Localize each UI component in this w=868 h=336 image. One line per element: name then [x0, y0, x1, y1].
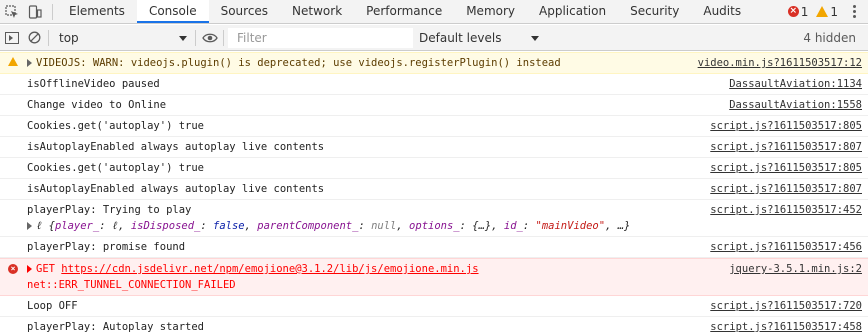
tab-console[interactable]: Console: [136, 0, 209, 23]
tab-sources[interactable]: Sources: [209, 0, 280, 23]
message-source-link[interactable]: script.js?1611503517:805: [710, 118, 862, 134]
error-detail: net::ERR_TUNNEL_CONNECTION_FAILED: [27, 279, 236, 291]
live-expression-eye-icon[interactable]: [198, 25, 221, 51]
message-source-link[interactable]: script.js?1611503517:458: [710, 319, 862, 335]
tab-elements[interactable]: Elements: [57, 0, 137, 23]
tab-application[interactable]: Application: [527, 0, 618, 23]
console-message-error[interactable]: × GET https://cdn.jsdelivr.net/npm/emoji…: [0, 258, 868, 296]
expand-triangle-icon[interactable]: [27, 222, 32, 230]
message-text: playerPlay: Autoplay started: [27, 321, 205, 333]
error-count: 1: [800, 4, 809, 19]
console-message: playerPlay: Trying to play script.js?161…: [0, 200, 868, 237]
message-text: Loop OFF: [27, 300, 78, 312]
tab-bar-divider: [52, 3, 53, 20]
message-source-link[interactable]: script.js?1611503517:452: [710, 202, 862, 218]
issue-counts[interactable]: × 1 1: [787, 0, 868, 23]
message-source-link[interactable]: script.js?1611503517:456: [710, 239, 862, 255]
message-source-link[interactable]: script.js?1611503517:807: [710, 139, 862, 155]
message-text: playerPlay: promise found: [27, 241, 186, 253]
chevron-down-icon: [179, 35, 187, 41]
console-message: isOfflineVideo paused DassaultAviation:1…: [0, 74, 868, 95]
warning-count: 1: [830, 4, 838, 19]
inspect-element-icon[interactable]: [0, 0, 23, 24]
request-url-link[interactable]: https://cdn.jsdelivr.net/npm/emojione@3.…: [61, 263, 478, 275]
message-source-link[interactable]: script.js?1611503517:720: [710, 298, 862, 314]
message-text: Cookies.get('autoplay') true: [27, 120, 205, 132]
show-sidebar-icon[interactable]: [0, 25, 23, 51]
toolbar-divider: [48, 29, 49, 46]
tab-bar-spacer: [753, 0, 788, 23]
log-levels-dropdown[interactable]: Default levels: [415, 28, 545, 48]
message-source-link[interactable]: DassaultAviation:1558: [729, 97, 862, 113]
tab-memory[interactable]: Memory: [454, 0, 527, 23]
message-text: Cookies.get('autoplay') true: [27, 162, 205, 174]
console-message-warning[interactable]: VIDEOJS: WARN: videojs.plugin() is depre…: [0, 52, 868, 74]
console-message: Cookies.get('autoplay') true script.js?1…: [0, 116, 868, 137]
tab-audits[interactable]: Audits: [691, 0, 753, 23]
toolbar-divider: [195, 29, 196, 46]
tab-security[interactable]: Security: [618, 0, 691, 23]
message-text: isAutoplayEnabled always autoplay live c…: [27, 141, 325, 153]
console-message: isAutoplayEnabled always autoplay live c…: [0, 179, 868, 200]
message-source-link[interactable]: script.js?1611503517:805: [710, 160, 862, 176]
filter-input[interactable]: Filter: [228, 27, 413, 48]
console-message: Change video to Online DassaultAviation:…: [0, 95, 868, 116]
error-icon: ×: [8, 264, 18, 274]
message-source-link[interactable]: jquery-3.5.1.min.js:2: [729, 261, 862, 277]
hidden-messages-count: 4 hidden: [803, 30, 856, 45]
toolbar-divider: [223, 29, 224, 46]
message-source-link[interactable]: script.js?1611503517:807: [710, 181, 862, 197]
message-text: isOfflineVideo paused: [27, 78, 160, 90]
request-method: GET: [36, 263, 55, 275]
error-icon: ×: [787, 6, 799, 17]
log-levels-value: Default levels: [419, 30, 502, 45]
expand-triangle-icon[interactable]: [27, 59, 32, 67]
console-messages: VIDEOJS: WARN: videojs.plugin() is depre…: [0, 52, 868, 336]
console-message: isAutoplayEnabled always autoplay live c…: [0, 137, 868, 158]
console-message: Cookies.get('autoplay') true script.js?1…: [0, 158, 868, 179]
message-text: VIDEOJS: WARN: videojs.plugin() is depre…: [36, 57, 561, 69]
context-value: top: [59, 30, 79, 45]
message-text: playerPlay: Trying to play: [27, 204, 192, 216]
tab-performance[interactable]: Performance: [354, 0, 454, 23]
message-source-link[interactable]: video.min.js?1611503517:12: [697, 55, 862, 71]
message-text: isAutoplayEnabled always autoplay live c…: [27, 183, 325, 195]
console-toolbar: top Filter Default levels 4 hidden: [0, 25, 868, 51]
context-selector[interactable]: top: [51, 28, 193, 48]
chevron-down-icon: [531, 35, 539, 41]
more-options-icon[interactable]: [846, 5, 862, 18]
devtools-tab-bar: Elements Console Sources Network Perform…: [0, 0, 868, 24]
clear-console-icon[interactable]: [23, 25, 46, 51]
object-preview[interactable]: ℓ {player_: ℓ, isDisposed_: false, paren…: [27, 218, 868, 234]
message-source-link[interactable]: DassaultAviation:1134: [729, 76, 862, 92]
warning-icon: [8, 57, 18, 66]
console-message: playerPlay: Autoplay started script.js?1…: [0, 317, 868, 336]
device-toolbar-icon[interactable]: [23, 0, 46, 24]
tab-network[interactable]: Network: [280, 0, 354, 23]
expand-triangle-icon[interactable]: [27, 265, 32, 273]
console-message: playerPlay: promise found script.js?1611…: [0, 237, 868, 258]
message-text: Change video to Online: [27, 99, 167, 111]
console-message: Loop OFF script.js?1611503517:720: [0, 296, 868, 317]
warning-icon: [816, 6, 829, 17]
